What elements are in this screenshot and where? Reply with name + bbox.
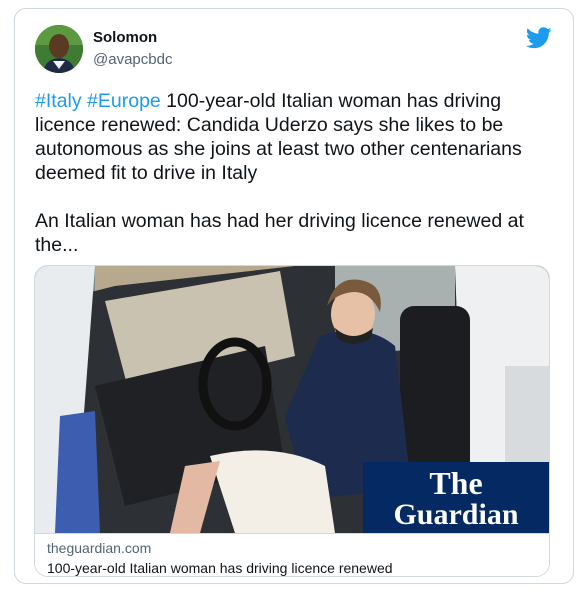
hashtag-italy[interactable]: #Italy xyxy=(35,90,82,112)
avatar[interactable] xyxy=(35,25,83,73)
guardian-logo-line1: The xyxy=(429,465,482,501)
tweet-body: An Italian woman has had her driving lic… xyxy=(35,210,524,256)
article-photo: The Guardian xyxy=(35,266,549,533)
card-title[interactable]: 100-year-old Italian woman has driving l… xyxy=(47,560,393,576)
tweet-card[interactable]: Solomon @avapcbdc #Italy #Europe 100-yea… xyxy=(14,8,574,584)
tweet-text: #Italy #Europe 100-year-old Italian woma… xyxy=(35,89,555,257)
link-preview-card[interactable]: The Guardian theguardian.com 100-year-ol… xyxy=(34,265,550,577)
guardian-logo-line2: Guardian xyxy=(393,498,518,531)
twitter-bird-icon xyxy=(526,27,552,49)
user-handle[interactable]: @avapcbdc xyxy=(93,51,172,68)
display-name[interactable]: Solomon xyxy=(93,29,157,46)
hashtag-europe[interactable]: #Europe xyxy=(87,90,161,112)
card-domain: theguardian.com xyxy=(47,540,152,556)
card-meta[interactable]: theguardian.com 100-year-old Italian wom… xyxy=(35,533,549,576)
